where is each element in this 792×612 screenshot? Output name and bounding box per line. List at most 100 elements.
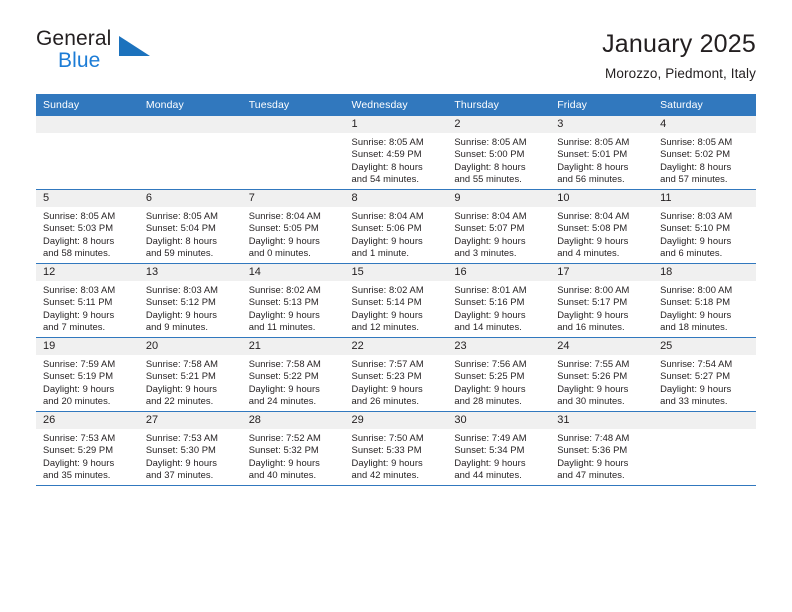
calendar-week-row: 26 Sunrise: 7:53 AM Sunset: 5:29 PM Dayligh… bbox=[36, 411, 756, 486]
sunrise-text: Sunrise: 8:05 AM bbox=[660, 135, 733, 147]
calendar-day-cell[interactable]: 13 Sunrise: 8:03 AM Sunset: 5:12 PM Dayligh… bbox=[138, 263, 242, 338]
daylight-text: Daylight: 9 hours bbox=[660, 382, 732, 394]
daylight-text: Daylight: 9 hours bbox=[557, 308, 629, 320]
sunset-text: Sunset: 5:22 PM bbox=[248, 370, 319, 382]
sunset-text: Sunset: 5:12 PM bbox=[145, 296, 216, 308]
daylight-text: Daylight: 9 hours bbox=[351, 234, 423, 246]
sunrise-text: Sunrise: 7:53 AM bbox=[145, 431, 219, 443]
day-details: Sunrise: 8:01 AM Sunset: 5:16 PM Daylight:… bbox=[447, 281, 550, 334]
page-subtitle: Morozzo, Piedmont, Italy bbox=[605, 65, 756, 81]
sunrise-text: Sunrise: 8:04 AM bbox=[557, 209, 630, 221]
sunset-text: Sunset: 5:14 PM bbox=[351, 296, 422, 308]
sunset-text: Sunset: 5:16 PM bbox=[454, 296, 525, 308]
day-details: Sunrise: 7:57 AM Sunset: 5:23 PM Daylight:… bbox=[345, 355, 448, 408]
day-number: 4 bbox=[653, 115, 756, 133]
calendar-day-cell[interactable]: 8 Sunrise: 8:04 AM Sunset: 5:06 PM Daylight… bbox=[344, 189, 448, 264]
calendar-day-cell[interactable]: 15 Sunrise: 8:02 AM Sunset: 5:14 PM Dayligh… bbox=[344, 263, 448, 338]
day-details: Sunrise: 7:58 AM Sunset: 5:21 PM Daylight:… bbox=[139, 355, 242, 408]
calendar-day-cell[interactable]: 31 Sunrise: 7:48 AM Sunset: 5:36 PM Dayligh… bbox=[550, 411, 654, 486]
calendar-day-cell[interactable]: 9 Sunrise: 8:04 AM Sunset: 5:07 PM Daylight… bbox=[447, 189, 551, 264]
daylight-text: and 20 minutes. bbox=[43, 394, 111, 406]
day-number: 6 bbox=[138, 189, 242, 207]
calendar-day-cell[interactable]: 29 Sunrise: 7:50 AM Sunset: 5:33 PM Dayligh… bbox=[344, 411, 448, 486]
sunset-text: Sunset: 5:30 PM bbox=[145, 444, 216, 456]
calendar-day-cell-empty bbox=[138, 115, 242, 190]
day-number: 24 bbox=[550, 337, 654, 355]
calendar-day-cell[interactable]: 17 Sunrise: 8:00 AM Sunset: 5:17 PM Dayligh… bbox=[550, 263, 654, 338]
calendar-day-cell[interactable]: 26 Sunrise: 7:53 AM Sunset: 5:29 PM Dayligh… bbox=[36, 411, 139, 486]
calendar-week-row: 5 Sunrise: 8:05 AM Sunset: 5:03 PM Daylight… bbox=[36, 189, 756, 264]
sunrise-text: Sunrise: 8:05 AM bbox=[557, 135, 630, 147]
calendar-day-cell-empty bbox=[653, 411, 756, 486]
calendar-day-cell[interactable]: 5 Sunrise: 8:05 AM Sunset: 5:03 PM Daylight… bbox=[36, 189, 139, 264]
calendar-day-cell-empty bbox=[36, 115, 139, 190]
sunset-text: Sunset: 5:23 PM bbox=[351, 370, 422, 382]
daylight-text: Daylight: 9 hours bbox=[557, 234, 629, 246]
sunrise-text: Sunrise: 8:05 AM bbox=[454, 135, 527, 147]
daylight-text: and 22 minutes. bbox=[145, 394, 214, 406]
calendar-day-cell[interactable]: 14 Sunrise: 8:02 AM Sunset: 5:13 PM Dayligh… bbox=[241, 263, 345, 338]
day-details: Sunrise: 7:58 AM Sunset: 5:22 PM Daylight:… bbox=[242, 355, 345, 408]
calendar-day-cell[interactable]: 11 Sunrise: 8:03 AM Sunset: 5:10 PM Dayligh… bbox=[653, 189, 756, 264]
day-details: Sunrise: 8:04 AM Sunset: 5:08 PM Daylight:… bbox=[550, 207, 653, 260]
calendar-day-cell[interactable]: 7 Sunrise: 8:04 AM Sunset: 5:05 PM Daylight… bbox=[241, 189, 345, 264]
calendar-day-cell[interactable]: 6 Sunrise: 8:05 AM Sunset: 5:04 PM Daylight… bbox=[138, 189, 242, 264]
daylight-text: and 7 minutes. bbox=[43, 320, 106, 332]
daylight-text: and 18 minutes. bbox=[660, 320, 728, 332]
weekday-header-friday: Friday bbox=[550, 93, 654, 116]
daylight-text: and 35 minutes. bbox=[43, 468, 111, 480]
weekday-header-saturday: Saturday bbox=[653, 93, 756, 116]
calendar-day-cell[interactable]: 18 Sunrise: 8:00 AM Sunset: 5:18 PM Dayligh… bbox=[653, 263, 756, 338]
page-header: General Blue January 2025 Morozzo, Piedm… bbox=[0, 0, 792, 81]
daylight-text: Daylight: 9 hours bbox=[248, 308, 320, 320]
sunrise-text: Sunrise: 8:00 AM bbox=[557, 283, 630, 295]
day-details: Sunrise: 8:03 AM Sunset: 5:10 PM Daylight:… bbox=[653, 207, 756, 260]
calendar-day-cell[interactable]: 22 Sunrise: 7:57 AM Sunset: 5:23 PM Dayligh… bbox=[344, 337, 448, 412]
daylight-text: Daylight: 9 hours bbox=[248, 456, 320, 468]
day-details: Sunrise: 8:05 AM Sunset: 5:00 PM Daylight:… bbox=[447, 133, 550, 186]
day-details: Sunrise: 7:56 AM Sunset: 5:25 PM Daylight:… bbox=[447, 355, 550, 408]
daylight-text: and 55 minutes. bbox=[454, 172, 522, 184]
calendar-day-cell[interactable]: 30 Sunrise: 7:49 AM Sunset: 5:34 PM Dayligh… bbox=[447, 411, 551, 486]
daylight-text: and 44 minutes. bbox=[454, 468, 522, 480]
daylight-text: and 28 minutes. bbox=[454, 394, 522, 406]
calendar-day-cell[interactable]: 2 Sunrise: 8:05 AM Sunset: 5:00 PM Daylight… bbox=[447, 115, 551, 190]
calendar-day-cell[interactable]: 1 Sunrise: 8:05 AM Sunset: 4:59 PM Daylight… bbox=[344, 115, 448, 190]
calendar-day-cell[interactable]: 20 Sunrise: 7:58 AM Sunset: 5:21 PM Dayligh… bbox=[138, 337, 242, 412]
sunrise-text: Sunrise: 8:01 AM bbox=[454, 283, 527, 295]
calendar-day-cell[interactable]: 25 Sunrise: 7:54 AM Sunset: 5:27 PM Dayligh… bbox=[653, 337, 756, 412]
day-number: 9 bbox=[447, 189, 551, 207]
calendar-day-cell[interactable]: 27 Sunrise: 7:53 AM Sunset: 5:30 PM Dayligh… bbox=[138, 411, 242, 486]
general-blue-logo[interactable]: General Blue bbox=[36, 28, 156, 80]
daylight-text: Daylight: 8 hours bbox=[660, 160, 732, 172]
calendar-day-cell[interactable]: 10 Sunrise: 8:04 AM Sunset: 5:08 PM Dayligh… bbox=[550, 189, 654, 264]
daylight-text: and 24 minutes. bbox=[248, 394, 317, 406]
sunrise-sunset-calendar: Sunday Monday Tuesday Wednesday Thursday Frid… bbox=[36, 93, 756, 486]
day-details: Sunrise: 8:02 AM Sunset: 5:13 PM Daylight:… bbox=[242, 281, 345, 334]
calendar-day-cell[interactable]: 23 Sunrise: 7:56 AM Sunset: 5:25 PM Dayligh… bbox=[447, 337, 551, 412]
calendar-day-cell[interactable]: 16 Sunrise: 8:01 AM Sunset: 5:16 PM Dayligh… bbox=[447, 263, 551, 338]
calendar-day-cell[interactable]: 24 Sunrise: 7:55 AM Sunset: 5:26 PM Dayligh… bbox=[550, 337, 654, 412]
day-number bbox=[653, 411, 756, 429]
day-number: 23 bbox=[447, 337, 551, 355]
daylight-text: and 11 minutes. bbox=[248, 320, 316, 332]
calendar-day-cell[interactable]: 3 Sunrise: 8:05 AM Sunset: 5:01 PM Daylight… bbox=[550, 115, 654, 190]
daylight-text: Daylight: 9 hours bbox=[454, 456, 526, 468]
sunset-text: Sunset: 5:03 PM bbox=[43, 222, 114, 234]
day-number: 10 bbox=[550, 189, 654, 207]
sunset-text: Sunset: 5:17 PM bbox=[557, 296, 628, 308]
day-number: 17 bbox=[550, 263, 654, 281]
calendar-day-cell[interactable]: 4 Sunrise: 8:05 AM Sunset: 5:02 PM Daylight… bbox=[653, 115, 756, 190]
day-details: Sunrise: 8:04 AM Sunset: 5:06 PM Daylight:… bbox=[345, 207, 448, 260]
day-number: 29 bbox=[344, 411, 448, 429]
daylight-text: Daylight: 9 hours bbox=[43, 456, 115, 468]
calendar-day-cell[interactable]: 19 Sunrise: 7:59 AM Sunset: 5:19 PM Dayligh… bbox=[36, 337, 139, 412]
sunset-text: Sunset: 5:26 PM bbox=[557, 370, 628, 382]
calendar-week-row: 19 Sunrise: 7:59 AM Sunset: 5:19 PM Dayligh… bbox=[36, 337, 756, 412]
calendar-day-cell[interactable]: 21 Sunrise: 7:58 AM Sunset: 5:22 PM Dayligh… bbox=[241, 337, 345, 412]
sunrise-text: Sunrise: 7:52 AM bbox=[248, 431, 321, 443]
calendar-day-cell[interactable]: 12 Sunrise: 8:03 AM Sunset: 5:11 PM Dayligh… bbox=[36, 263, 139, 338]
calendar-day-cell[interactable]: 28 Sunrise: 7:52 AM Sunset: 5:32 PM Dayligh… bbox=[241, 411, 345, 486]
sunset-text: Sunset: 5:29 PM bbox=[43, 444, 114, 456]
daylight-text: Daylight: 9 hours bbox=[557, 382, 629, 394]
